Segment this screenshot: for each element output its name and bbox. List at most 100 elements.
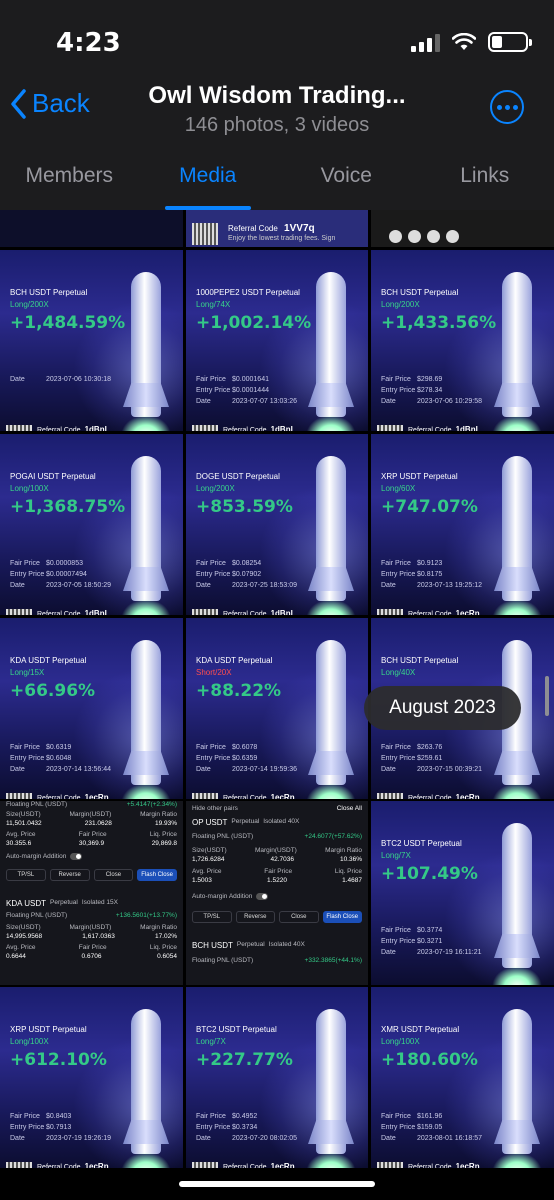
auto-margin-label: Auto-margin Addition <box>6 853 67 860</box>
qr-code-icon <box>192 223 218 245</box>
auto-margin-label: Auto-margin Addition <box>192 893 253 900</box>
contract-name: KDA USDT Perpetual <box>196 656 273 665</box>
margin-label: Margin(USDT) <box>254 847 297 854</box>
fair-price-label: Fair Price <box>196 744 226 751</box>
entry-price-value: $0.3734 <box>232 1124 258 1131</box>
margin-value: 42.7036 <box>270 856 295 863</box>
home-indicator[interactable] <box>179 1181 375 1187</box>
date-value: 2023-07-14 19:59:36 <box>232 766 297 773</box>
tab-links[interactable]: Links <box>416 160 554 210</box>
trade-result-thumbnail[interactable]: XRP USDT Perpetual Long/60X +747.07% Fair P… <box>371 434 554 615</box>
scrollbar[interactable] <box>545 676 549 716</box>
auto-margin-toggle[interactable] <box>256 893 269 900</box>
flash-close-button[interactable]: Flash Close <box>322 911 362 923</box>
position-symbol: KDA USDT <box>6 899 47 908</box>
referral-code: 1VV7q <box>284 223 315 234</box>
entry-price-label: Entry Price <box>381 571 416 578</box>
tab-members[interactable]: Members <box>0 160 139 210</box>
trade-result-thumbnail[interactable]: XMR USDT Perpetual Long/100X +180.60% Fair … <box>371 987 554 1168</box>
fair-price-label: Fair Price <box>381 744 411 751</box>
trade-result-thumbnail[interactable]: POGAI USDT Perpetual Long/100X +1,368.75% F… <box>0 434 183 615</box>
contract-name: 1000PEPE2 USDT Perpetual <box>196 288 300 297</box>
position-isolated: Isolated 40X <box>268 941 305 948</box>
fair-price-label: Fair Price <box>78 944 107 951</box>
avg-price-label: Avg. Price <box>192 868 222 875</box>
fair-price-label: Fair Price <box>10 560 40 567</box>
status-time: 4:23 <box>56 28 121 58</box>
referral-label-text: Referral Code <box>408 795 452 799</box>
entry-price-value: $259.61 <box>417 755 443 762</box>
leverage-label: Long/200X <box>381 300 420 309</box>
price-fields: Fair Price $0.6078 Entry Price $0.6359 Date 2… <box>196 742 297 775</box>
flash-close-button[interactable]: Flash Close <box>137 869 177 881</box>
tab-voice[interactable]: Voice <box>277 160 416 210</box>
rocket-icon <box>502 1009 532 1154</box>
rocket-icon <box>131 272 161 417</box>
telegram-icon <box>427 230 440 243</box>
rocket-icon <box>131 640 161 785</box>
referral-label-text: Referral Code <box>37 795 81 799</box>
media-thumbnail[interactable] <box>0 210 183 247</box>
scroll-date-pill: August 2023 <box>364 686 521 730</box>
auto-margin-toggle[interactable] <box>70 853 83 860</box>
date-label: Date <box>381 582 396 589</box>
close-position-button[interactable]: Close <box>93 869 134 881</box>
rocket-icon <box>131 1009 161 1154</box>
leverage-label: Long/60X <box>381 484 416 493</box>
close-all-button[interactable]: Close All <box>337 805 362 812</box>
trade-result-thumbnail[interactable]: KDA USDT Perpetual Short/20X +88.22% Fair P… <box>186 618 368 799</box>
fair-price-label: Fair Price <box>196 560 226 567</box>
floating-pnl-value: +24.6077(+57.62%) <box>304 833 362 840</box>
referral-code: 1ecRn <box>455 1162 480 1168</box>
referral-code: 1dBnL <box>455 425 481 431</box>
qr-code-icon <box>377 793 403 799</box>
referral-code-label: Referral Code 1dBnL <box>408 425 480 431</box>
trade-result-thumbnail[interactable]: KDA USDT Perpetual Long/15X +66.96% Fair Pr… <box>0 618 183 799</box>
fair-price-label: Fair Price <box>196 1113 226 1120</box>
date-value: 2023-07-05 18:50:29 <box>46 582 111 589</box>
entry-price-label: Entry Price <box>196 1124 231 1131</box>
entry-price-value: $0.0001444 <box>232 387 269 394</box>
date-value: 2023-07-13 19:25:12 <box>417 582 482 589</box>
more-options-button[interactable] <box>490 90 524 124</box>
tab-media[interactable]: Media <box>139 160 278 210</box>
price-fields: Fair Price $0.0001641 Entry Price $0.000144… <box>196 374 297 407</box>
referral-code-label: Referral Code 1ecRn <box>408 1162 480 1168</box>
fair-price-label: Fair Price <box>264 868 293 875</box>
reverse-button[interactable]: Reverse <box>235 911 275 923</box>
trade-result-thumbnail[interactable]: BCH USDT Perpetual Long/200X +1,433.56% Fai… <box>371 250 554 431</box>
qr-code-icon <box>192 793 218 799</box>
fair-price-value: $0.0001641 <box>232 376 269 383</box>
tpsl-button[interactable]: TP/SL <box>6 869 46 881</box>
date-value: 2023-07-25 18:53:09 <box>232 582 297 589</box>
trade-result-thumbnail[interactable]: 1000PEPE2 USDT Perpetual Long/74X +1,002.1… <box>186 250 368 431</box>
position-symbol: BCH USDT <box>192 941 233 950</box>
pnl-screenshot-tile[interactable]: Hide other pairs Close All OP USDT Perpetu… <box>186 801 368 985</box>
trade-result-thumbnail[interactable]: BTC2 USDT Perpetual Long/7X +227.77% Fair P… <box>186 987 368 1168</box>
roi-percent: +107.49% <box>381 864 478 884</box>
entry-price-label: Entry Price <box>196 755 231 762</box>
media-thumbnail[interactable]: Referral Code 1VV7q Enjoy the lowest tra… <box>186 210 368 247</box>
trade-result-thumbnail[interactable]: DOGE USDT Perpetual Long/200X +853.59% Fair… <box>186 434 368 615</box>
close-position-button[interactable]: Close <box>279 911 319 923</box>
price-fields: Fair Price $0.4952 Entry Price $0.3734 Date 2… <box>196 1111 297 1144</box>
entry-price-value: $159.05 <box>417 1124 443 1131</box>
trade-result-thumbnail[interactable]: BCH USDT Perpetual Long/200X +1,484.59% Dat… <box>0 250 183 431</box>
reverse-button[interactable]: Reverse <box>49 869 90 881</box>
entry-price-label: Entry Price <box>196 571 231 578</box>
trade-result-thumbnail[interactable]: XRP USDT Perpetual Long/100X +612.10% Fair … <box>0 987 183 1168</box>
qr-code-icon <box>377 425 403 431</box>
rocket-icon <box>131 456 161 601</box>
margin-ratio-value: 10.36% <box>339 856 362 863</box>
entry-price-label: Entry Price <box>381 1124 416 1131</box>
more-dot-icon <box>496 104 502 110</box>
liq-price-value: 1.4687 <box>342 877 362 884</box>
trade-result-thumbnail[interactable]: BTC2 USDT Perpetual Long/7X +107.49% Fair P… <box>371 801 554 985</box>
pnl-screenshot-tile[interactable]: Floating PNL (USDT) +5.4147(+2.34%) Size(… <box>0 801 183 985</box>
price-fields: Fair Price $0.3774 Entry Price $0.3271 Date 2… <box>381 925 481 958</box>
tpsl-button[interactable]: TP/SL <box>192 911 232 923</box>
referral-label-text: Referral Code <box>37 427 81 431</box>
referral-label-text: Referral Code <box>408 1164 452 1168</box>
date-value: 2023-07-06 10:30:18 <box>46 376 111 383</box>
media-thumbnail[interactable] <box>371 210 554 247</box>
